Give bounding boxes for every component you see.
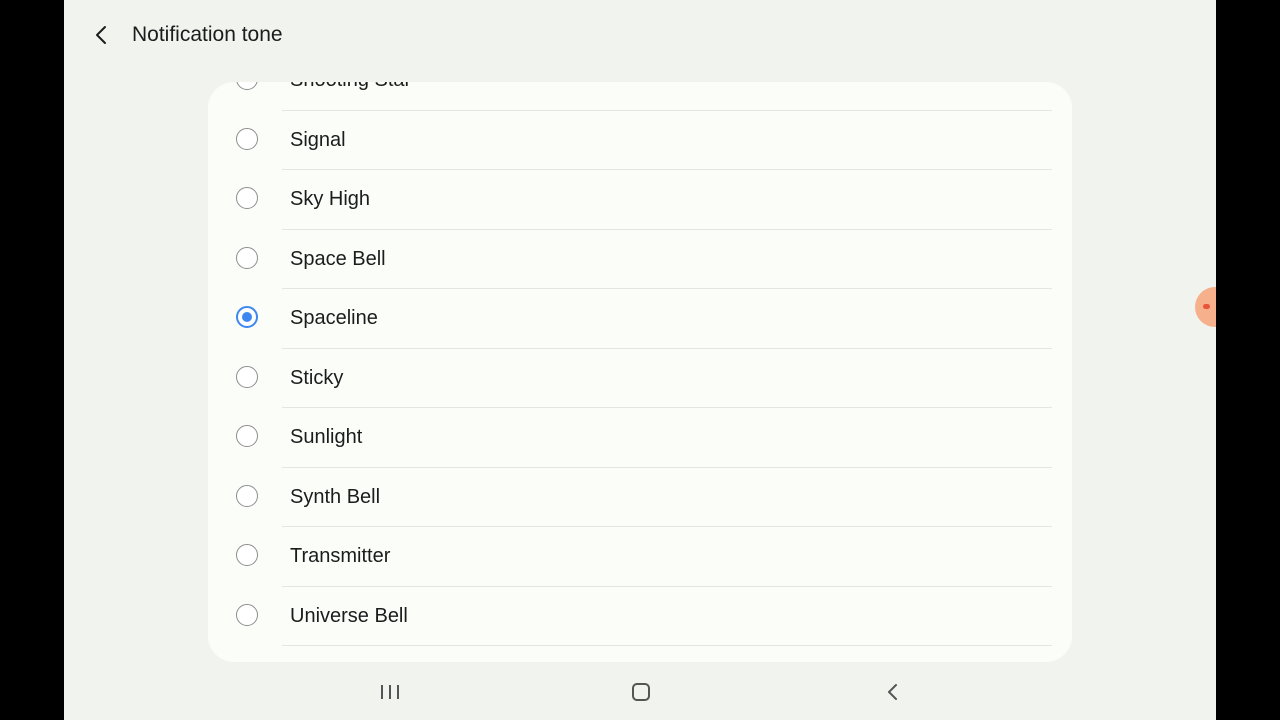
navigation-bar xyxy=(64,668,1216,720)
radio-button[interactable] xyxy=(236,425,258,447)
radio-button[interactable] xyxy=(236,365,258,388)
tone-label: Sticky xyxy=(290,366,344,389)
tone-label: Transmitter xyxy=(290,545,391,567)
home-button[interactable] xyxy=(617,674,665,710)
tone-label: Space Bell xyxy=(290,247,386,270)
tone-item[interactable]: Spaceline xyxy=(208,289,1072,349)
radio-button[interactable] xyxy=(236,603,258,626)
edge-panel-dot xyxy=(1203,304,1210,309)
radio-button[interactable] xyxy=(236,187,258,209)
tone-list-card: Shooting Star Signal Sky High Space Bell xyxy=(208,82,1072,662)
page-title: Notification tone xyxy=(132,23,283,46)
tone-item[interactable]: Transmitter xyxy=(208,527,1072,587)
radio-button[interactable] xyxy=(236,82,258,90)
back-button[interactable] xyxy=(84,17,120,53)
tone-item[interactable]: Sky High xyxy=(208,170,1072,230)
back-icon xyxy=(888,684,897,700)
radio-button[interactable] xyxy=(236,544,258,566)
tone-label: Signal xyxy=(290,128,346,151)
tone-label: Spaceline xyxy=(290,307,378,329)
tone-item[interactable]: Sunlight xyxy=(208,408,1072,468)
tone-label: Universe Bell xyxy=(290,604,408,627)
recent-apps-button[interactable] xyxy=(366,674,414,710)
recent-apps-icon xyxy=(381,685,399,699)
tone-item[interactable]: Shooting Star xyxy=(208,82,1072,111)
radio-button-selected[interactable] xyxy=(236,306,258,328)
system-back-button[interactable] xyxy=(869,674,917,710)
tone-label: Sky High xyxy=(290,188,371,210)
home-icon xyxy=(632,683,650,701)
divider xyxy=(282,645,1052,646)
chevron-left-icon xyxy=(96,26,106,44)
tone-label: Sunlight xyxy=(290,426,363,448)
tone-label: Shooting Star xyxy=(290,82,411,93)
tone-list: Shooting Star Signal Sky High Space Bell xyxy=(208,82,1072,646)
tone-item[interactable]: Universe Bell xyxy=(208,587,1072,646)
edge-panel-handle[interactable] xyxy=(1195,287,1216,327)
tone-item[interactable]: Sticky xyxy=(208,349,1072,408)
tone-item[interactable]: Signal xyxy=(208,111,1072,170)
radio-button[interactable] xyxy=(236,246,258,269)
settings-screen: Notification tone Shooting Star Signal S… xyxy=(64,0,1216,720)
tone-item[interactable]: Synth Bell xyxy=(208,468,1072,527)
radio-button[interactable] xyxy=(236,484,258,507)
tone-label: Synth Bell xyxy=(290,485,381,508)
app-bar: Notification tone xyxy=(64,0,1216,70)
radio-button[interactable] xyxy=(236,127,258,150)
tone-item[interactable]: Space Bell xyxy=(208,230,1072,289)
